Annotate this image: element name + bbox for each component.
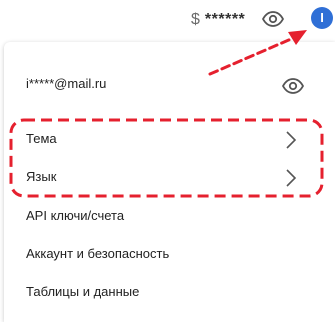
menu-item-label: Таблицы и данные (26, 284, 140, 299)
menu-item-theme[interactable]: Тема (4, 121, 335, 159)
menu-item-api-keys[interactable]: API ключи/счета (4, 198, 335, 236)
menu-item-language[interactable]: Язык (4, 159, 335, 197)
masked-balance: ****** (204, 11, 246, 28)
top-bar: $ ****** I (0, 0, 335, 40)
account-email-row: i*****@mail.ru (4, 62, 335, 106)
currency-symbol: $ (191, 11, 200, 28)
menu-item-label: Тема (26, 131, 57, 146)
email-label: i*****@mail.ru (26, 76, 107, 91)
avatar[interactable]: I (311, 7, 333, 29)
menu-item-account-security[interactable]: Аккаунт и безопасность (4, 236, 335, 274)
account-dropdown-menu: i*****@mail.ru Тема Язык API ключи/счета… (4, 42, 335, 322)
menu-item-label: API ключи/счета (26, 208, 125, 223)
eye-icon[interactable] (282, 78, 304, 94)
eye-icon[interactable] (262, 11, 284, 27)
menu-item-label: Аккаунт и безопасность (26, 246, 170, 261)
menu-item-tables-data[interactable]: Таблицы и данные (4, 274, 335, 312)
balance-display: $ ****** (191, 11, 245, 29)
chevron-right-icon (286, 169, 297, 187)
chevron-right-icon (286, 131, 297, 149)
menu-item-label: Язык (26, 169, 57, 184)
